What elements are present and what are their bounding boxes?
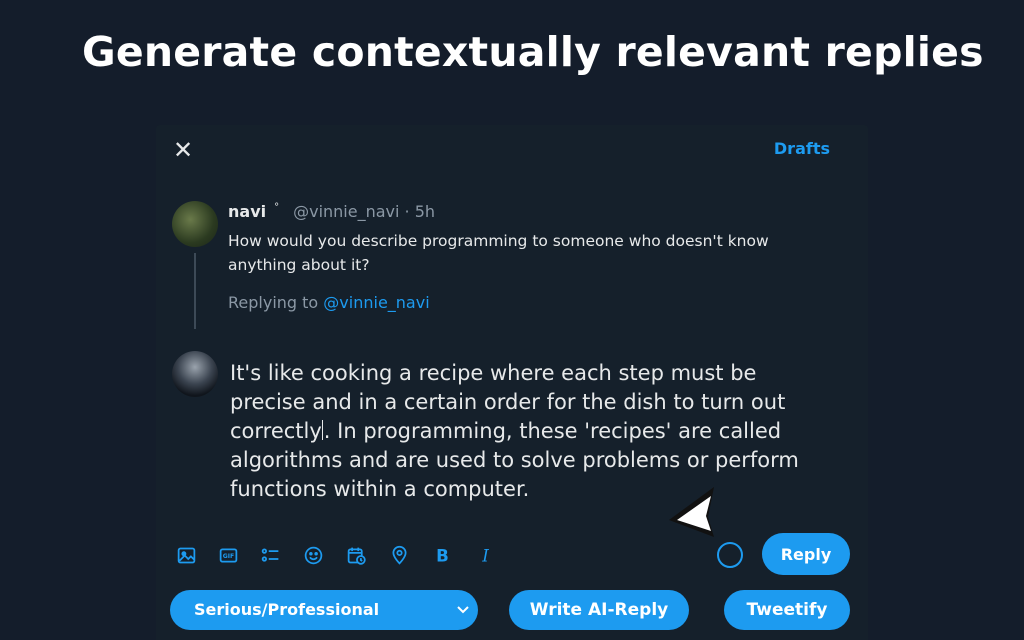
user-avatar[interactable] <box>172 351 218 397</box>
tweetify-button[interactable]: Tweetify <box>724 590 850 630</box>
bold-icon-glyph: B <box>436 546 449 565</box>
schedule-icon[interactable] <box>344 543 368 567</box>
gif-icon-label: GIF <box>222 553 233 560</box>
reply-compose-textarea[interactable]: It's like cooking a recipe where each st… <box>230 359 830 504</box>
tweet-time: · 5h <box>404 202 436 221</box>
replying-to-label: Replying to <box>228 293 319 312</box>
author-handle[interactable]: @vinnie_navi <box>293 202 399 221</box>
pointer-arrow-icon <box>669 487 714 537</box>
thread-line <box>194 253 196 329</box>
reply-modal: ✕ Drafts navi ° @vinnie_navi · 5h How woul… <box>156 125 868 640</box>
author-name[interactable]: navi <box>228 202 266 221</box>
emoji-icon[interactable] <box>301 543 325 567</box>
original-author-avatar[interactable] <box>172 201 218 247</box>
headline: Generate contextually relevant replies <box>82 28 984 76</box>
drafts-link[interactable]: Drafts <box>774 139 830 158</box>
reply-button[interactable]: Reply <box>762 533 850 575</box>
italic-icon-glyph: I <box>481 546 489 565</box>
tone-select-dropdown[interactable]: Serious/Professional <box>170 590 478 630</box>
original-tweet-text: How would you describe programming to so… <box>228 232 769 274</box>
write-ai-reply-button[interactable]: Write AI-Reply <box>509 590 689 630</box>
original-tweet-header: navi ° @vinnie_navi · 5h <box>228 202 435 221</box>
chevron-down-icon <box>457 606 469 614</box>
replying-to-handle[interactable]: @vinnie_navi <box>323 293 429 312</box>
author-badge: ° <box>274 202 280 213</box>
poll-icon[interactable] <box>258 543 282 567</box>
gif-icon[interactable]: GIF <box>216 543 240 567</box>
close-icon[interactable]: ✕ <box>172 138 194 162</box>
bold-icon[interactable]: B <box>430 543 454 567</box>
tone-selected-value: Serious/Professional <box>194 600 380 619</box>
replying-to: Replying to @vinnie_navi <box>228 293 430 312</box>
italic-icon[interactable]: I <box>473 543 497 567</box>
location-icon[interactable] <box>387 543 411 567</box>
image-icon[interactable] <box>174 543 198 567</box>
text-cursor <box>321 420 323 440</box>
character-count-ring <box>717 542 743 568</box>
